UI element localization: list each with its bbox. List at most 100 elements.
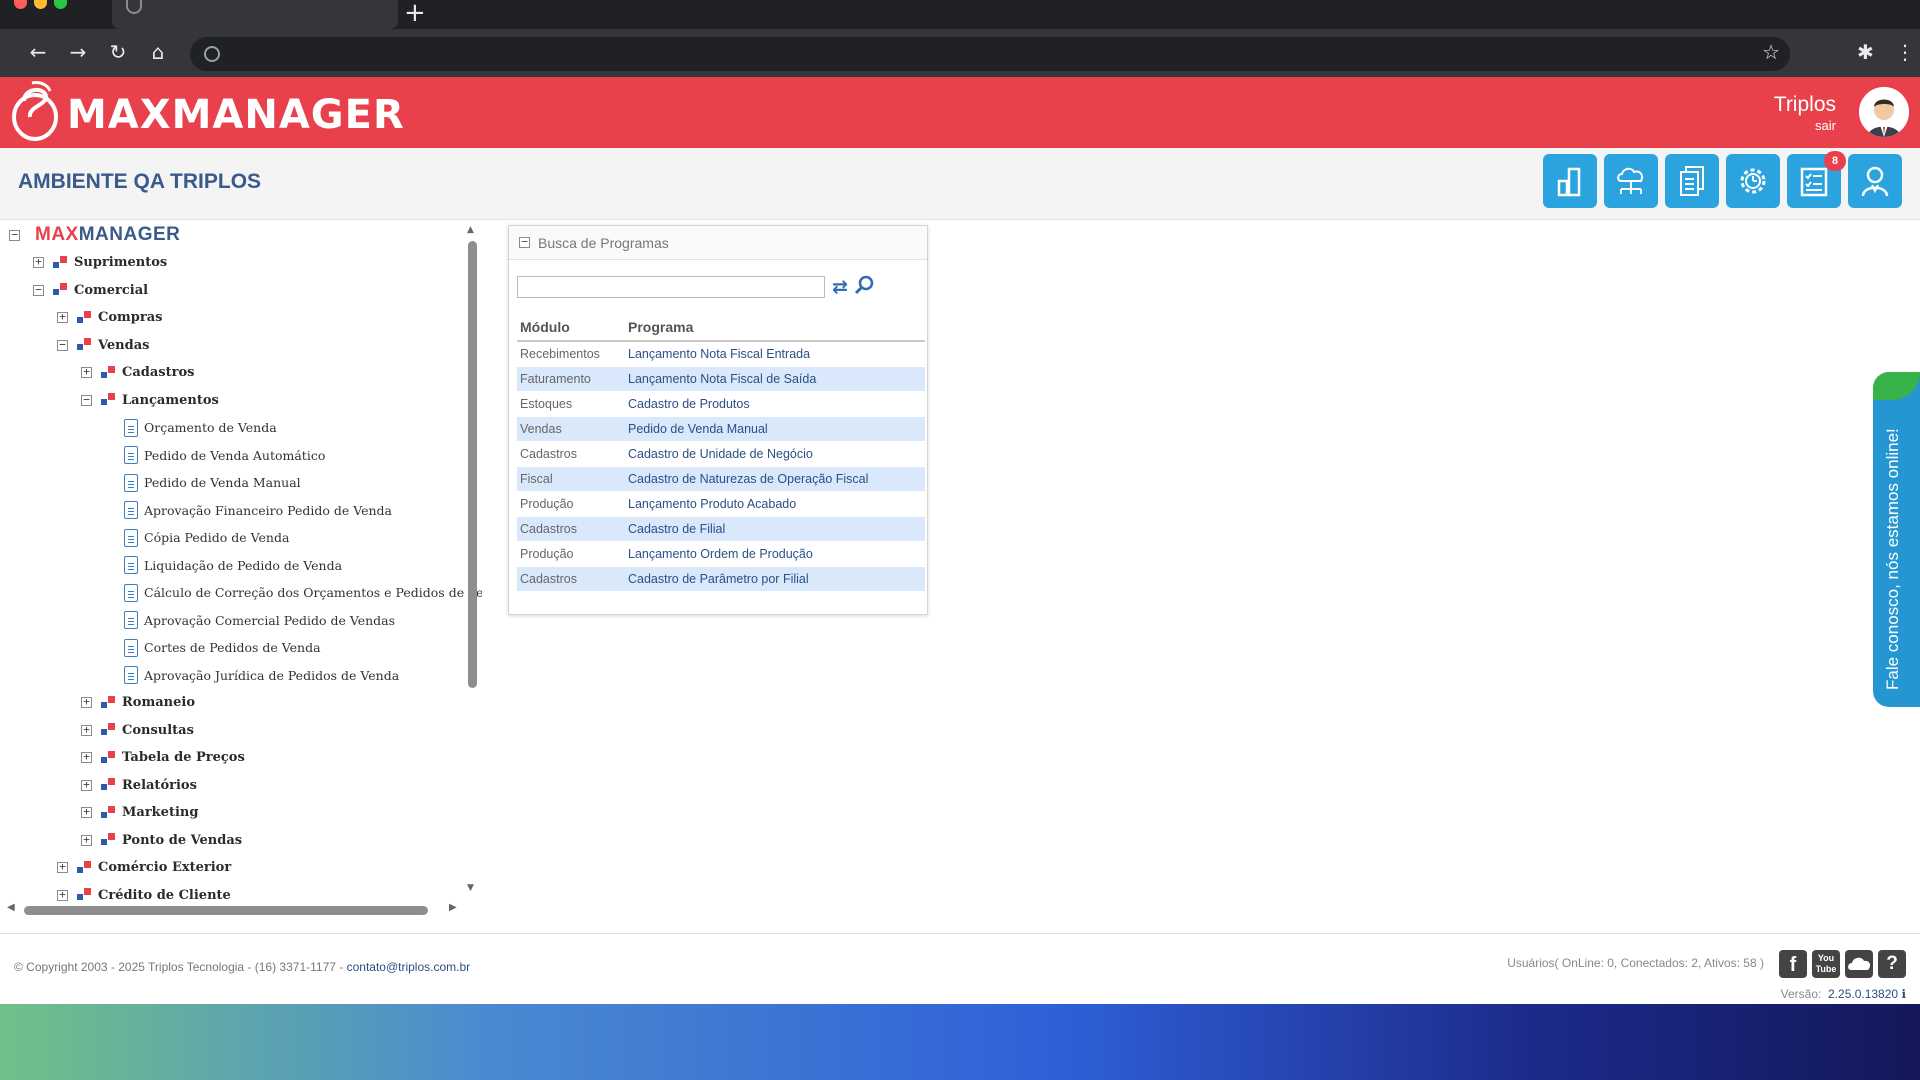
search-icon[interactable]: [854, 274, 876, 296]
expand-icon[interactable]: +: [81, 779, 92, 791]
facebook-icon[interactable]: f: [1779, 950, 1807, 978]
expand-icon[interactable]: +: [81, 751, 92, 763]
column-header-program[interactable]: Programa: [625, 313, 925, 342]
tree-folder-item[interactable]: + Suprimentos: [33, 251, 167, 275]
tree-program-item[interactable]: Cortes de Pedidos de Venda: [124, 636, 321, 660]
module-cell[interactable]: Cadastros: [517, 441, 625, 467]
collapse-icon[interactable]: −: [519, 236, 530, 248]
site-info-icon[interactable]: [204, 46, 220, 62]
tree-folder-item[interactable]: + Comércio Exterior: [57, 856, 231, 880]
tree-program-item[interactable]: Cópia Pedido de Venda: [124, 526, 289, 550]
table-row[interactable]: Cadastros Cadastro de Unidade de Negócio: [517, 441, 925, 467]
tree-folder-item[interactable]: + Consultas: [81, 718, 194, 742]
user-avatar[interactable]: [1859, 87, 1909, 137]
table-row[interactable]: Produção Lançamento Ordem de Produção: [517, 541, 925, 567]
new-tab-button[interactable]: +: [404, 0, 426, 28]
tree-folder-item[interactable]: + Tabela de Preços: [81, 746, 245, 770]
program-cell[interactable]: Cadastro de Naturezas de Operação Fiscal: [625, 466, 925, 492]
scroll-left-arrow[interactable]: ◀: [7, 902, 15, 913]
tree-program-item[interactable]: Orçamento de Venda: [124, 416, 277, 440]
expand-icon[interactable]: +: [81, 724, 92, 736]
live-chat-label[interactable]: Fale conosco, nós estamos online!: [1883, 428, 1903, 690]
browser-tab[interactable]: [112, 0, 398, 29]
module-cell[interactable]: Fiscal: [517, 466, 625, 492]
user-support-button[interactable]: [1848, 154, 1902, 208]
module-cell[interactable]: Vendas: [517, 416, 625, 442]
collapse-icon[interactable]: −: [9, 229, 20, 241]
scroll-up-arrow[interactable]: ▲: [467, 225, 474, 235]
bookmark-star-icon[interactable]: ☆: [1762, 40, 1780, 64]
tree-folder-item[interactable]: + Romaneio: [81, 691, 195, 715]
tree-program-item[interactable]: Aprovação Comercial Pedido de Vendas: [124, 608, 395, 632]
module-cell[interactable]: Faturamento: [517, 366, 625, 392]
program-cell[interactable]: Lançamento Nota Fiscal Entrada: [625, 341, 925, 367]
table-row[interactable]: Faturamento Lançamento Nota Fiscal de Saí…: [517, 366, 925, 392]
program-cell[interactable]: Lançamento Ordem de Produção: [625, 541, 925, 567]
tree-program-item[interactable]: Liquidação de Pedido de Venda: [124, 553, 342, 577]
tree-folder-item[interactable]: − Vendas: [57, 333, 149, 357]
vertical-scrollbar[interactable]: [468, 241, 477, 688]
refresh-icon[interactable]: ⇄: [832, 276, 848, 298]
maximize-window-button[interactable]: [54, 0, 67, 9]
tree-root[interactable]: − MAX MANAGER: [9, 223, 180, 247]
program-cell[interactable]: Cadastro de Filial: [625, 516, 925, 542]
home-button[interactable]: ⌂: [146, 40, 170, 64]
expand-icon[interactable]: +: [33, 256, 44, 268]
tree-folder-item[interactable]: − Comercial: [33, 278, 148, 302]
cloud-network-button[interactable]: [1604, 154, 1658, 208]
back-button[interactable]: ←: [26, 40, 50, 64]
program-cell[interactable]: Cadastro de Parâmetro por Filial: [625, 566, 925, 592]
tree-folder-item[interactable]: + Marketing: [81, 801, 198, 825]
info-icon[interactable]: ℹ: [1901, 987, 1906, 1001]
reload-button[interactable]: ↻: [106, 40, 130, 64]
program-cell[interactable]: Cadastro de Unidade de Negócio: [625, 441, 925, 467]
scroll-right-arrow[interactable]: ▶: [449, 902, 457, 913]
column-header-module[interactable]: Módulo: [517, 313, 625, 342]
tree-program-item[interactable]: Cálculo de Correção dos Orçamentos e Ped…: [124, 581, 482, 605]
module-cell[interactable]: Recebimentos: [517, 341, 625, 367]
collapse-icon[interactable]: −: [57, 339, 68, 351]
table-row[interactable]: Recebimentos Lançamento Nota Fiscal Entra…: [517, 341, 925, 367]
module-cell[interactable]: Estoques: [517, 391, 625, 417]
browser-menu-icon[interactable]: ⋮: [1895, 40, 1915, 64]
horizontal-scrollbar[interactable]: [24, 906, 428, 915]
tree-program-item[interactable]: Pedido de Venda Automático: [124, 443, 325, 467]
expand-icon[interactable]: +: [81, 366, 92, 378]
module-cell[interactable]: Cadastros: [517, 566, 625, 592]
table-row[interactable]: Fiscal Cadastro de Naturezas de Operação …: [517, 466, 925, 492]
tree-folder-item[interactable]: + Crédito de Cliente: [57, 883, 231, 907]
collapse-icon[interactable]: −: [33, 284, 44, 296]
logout-link[interactable]: sair: [1815, 118, 1836, 133]
expand-icon[interactable]: +: [57, 311, 68, 323]
tree-folder-item[interactable]: + Compras: [57, 306, 162, 330]
youtube-icon[interactable]: You Tube: [1812, 950, 1840, 978]
tree-program-item[interactable]: Pedido de Venda Manual: [124, 471, 301, 495]
contact-email-link[interactable]: contato@triplos.com.br: [347, 960, 471, 974]
table-row[interactable]: Estoques Cadastro de Produtos: [517, 391, 925, 417]
tree-folder-item[interactable]: − Lançamentos: [81, 388, 219, 412]
search-panel-header[interactable]: − Busca de Programas: [509, 226, 927, 260]
module-cell[interactable]: Produção: [517, 491, 625, 517]
expand-icon[interactable]: +: [81, 834, 92, 846]
table-row[interactable]: Cadastros Cadastro de Filial: [517, 516, 925, 542]
table-row[interactable]: Vendas Pedido de Venda Manual: [517, 416, 925, 442]
tree-folder-item[interactable]: + Ponto de Vendas: [81, 828, 242, 852]
help-icon[interactable]: ?: [1878, 950, 1906, 978]
program-cell[interactable]: Pedido de Venda Manual: [625, 416, 925, 442]
close-window-button[interactable]: [14, 0, 27, 9]
tree-folder-item[interactable]: + Relatórios: [81, 773, 197, 797]
minimize-window-button[interactable]: [34, 0, 47, 9]
expand-icon[interactable]: +: [57, 889, 68, 901]
expand-icon[interactable]: +: [81, 806, 92, 818]
program-cell[interactable]: Cadastro de Produtos: [625, 391, 925, 417]
table-row[interactable]: Cadastros Cadastro de Parâmetro por Filia…: [517, 566, 925, 592]
chart-button[interactable]: [1543, 154, 1597, 208]
program-cell[interactable]: Lançamento Nota Fiscal de Saída: [625, 366, 925, 392]
collapse-icon[interactable]: −: [81, 394, 92, 406]
table-row[interactable]: Produção Lançamento Produto Acabado: [517, 491, 925, 517]
tree-program-item[interactable]: Aprovação Jurídica de Pedidos de Venda: [124, 663, 399, 687]
settings-button[interactable]: [1726, 154, 1780, 208]
extensions-icon[interactable]: ✱: [1857, 40, 1874, 64]
program-cell[interactable]: Lançamento Produto Acabado: [625, 491, 925, 517]
documents-button[interactable]: [1665, 154, 1719, 208]
